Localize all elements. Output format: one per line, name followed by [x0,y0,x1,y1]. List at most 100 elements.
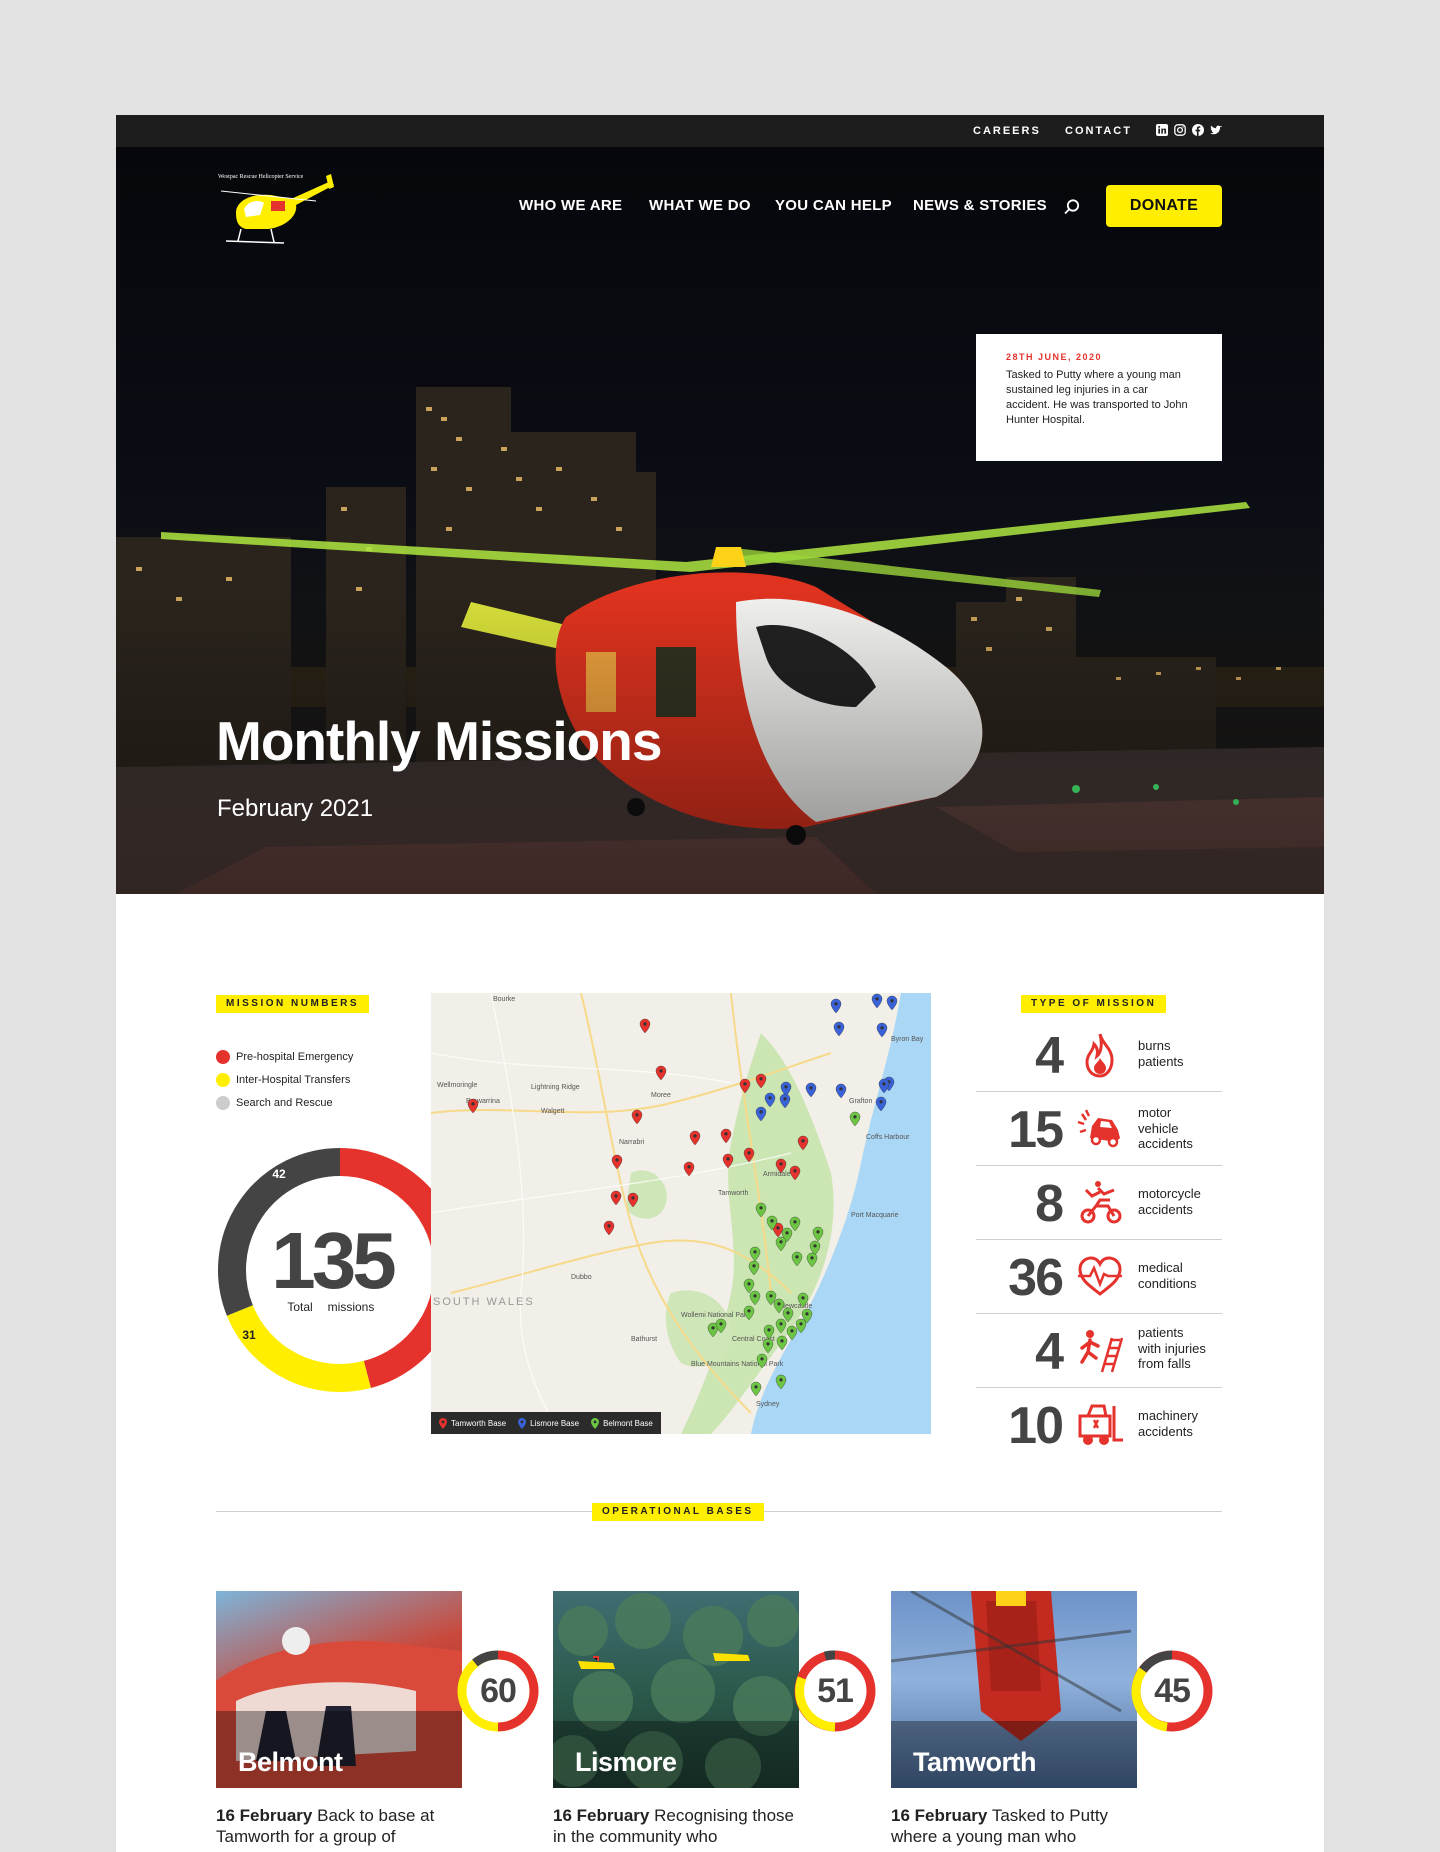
map-legend-item: Lismore Base [518,1417,580,1429]
map-legend-label: Lismore Base [530,1418,580,1428]
page-subtitle: February 2021 [217,795,374,822]
map-place-label: Sydney [756,1401,780,1408]
donate-button[interactable]: DONATE [1106,185,1222,227]
tamworth-count-donut: 45 [1131,1650,1213,1732]
map-legend-label: Tamworth Base [451,1418,507,1428]
map-pin[interactable] [830,998,842,1014]
label-line: burns [1138,1038,1171,1053]
base-card-tamworth[interactable]: Tamworth [891,1591,1137,1788]
nav-what-we-do[interactable]: WHAT WE DO [649,197,751,214]
label-line: patients [1138,1053,1184,1069]
mission-type-label: patients with injuries from falls [1138,1325,1206,1372]
map-place-label: Walgett [541,1108,565,1115]
donut-segment-1 [226,1304,371,1392]
map-pin[interactable] [849,1111,861,1127]
search-icon[interactable] [1063,198,1081,216]
map-pin[interactable] [805,1082,817,1098]
fire-icon [1085,1033,1114,1078]
label-line: motorcycle [1138,1186,1201,1201]
map-pin[interactable] [611,1154,623,1170]
map-canvas: BourkeBrewarrinaWellmoringle Lightning Ri… [431,993,931,1434]
legend-item: Search and Rescue [216,1091,353,1114]
nav-you-can-help[interactable]: YOU CAN HELP [775,197,892,214]
label-line: medical [1138,1260,1183,1275]
label-line: with injuries [1138,1340,1206,1356]
forklift-icon [1078,1404,1123,1445]
map-place-label: SOUTH WALES [433,1296,535,1308]
base-card-lismore[interactable]: Lismore [553,1591,799,1788]
map-pin[interactable] [876,1022,888,1038]
map-place-label: Blue Mountains National Park [691,1361,784,1368]
total-missions-value: 135 [271,1216,395,1305]
legend-dot-red [216,1049,230,1064]
twitter-icon[interactable] [1210,124,1222,136]
map-pin[interactable] [639,1018,651,1034]
label-line: vehicle [1138,1120,1179,1136]
total-label: Total [287,1300,312,1314]
mission-type-row: 10 machinery accidents [976,1388,1222,1462]
map-place-label: Narrabri [619,1139,645,1146]
top-utility-bar: CAREERS CONTACT [116,115,1324,147]
base-story-belmont: 16 February Back to base at Tamworth for… [216,1805,462,1847]
label-line: machinery [1138,1408,1198,1423]
story-date: 16 February [891,1806,988,1825]
missions-donut-chart: 135 Total missions 62 31 42 [218,1148,462,1392]
base-name: Lismore [575,1747,677,1777]
map-pin[interactable] [610,1190,622,1206]
segment-label-inter-hospital: 31 [242,1328,256,1342]
facebook-icon[interactable] [1192,124,1204,136]
mission-type-count: 36 [1008,1249,1064,1307]
map-place-label: Lightning Ridge [531,1084,580,1091]
map-pin[interactable] [835,1083,847,1099]
map-pin[interactable] [833,1021,845,1037]
label-line: from falls [1138,1356,1191,1371]
mission-type-label: motor vehicle accidents [1138,1105,1193,1152]
legend-label: Inter-Hospital Transfers [236,1073,351,1086]
label-line: accidents [1138,1201,1193,1217]
westpac-helicopter-logo[interactable] [216,171,341,251]
story-date: 16 February [216,1806,313,1825]
map-pin[interactable] [886,995,898,1011]
map-place-label: Grafton [849,1098,872,1105]
nav-news-stories[interactable]: NEWS & STORIES [913,197,1047,214]
lismore-count: 51 [817,1672,853,1710]
base-card-belmont[interactable]: Belmont [216,1591,462,1788]
label-line: accidents [1138,1423,1193,1439]
mission-type-count: 8 [1035,1175,1064,1233]
story-date: 16 February [553,1806,650,1825]
map-pin[interactable] [871,993,883,1009]
type-of-mission-tag: TYPE OF MISSION [1021,995,1167,1013]
lismore-count-donut: 51 [794,1650,876,1732]
label-line: patients [1138,1325,1184,1340]
careers-link[interactable]: CAREERS [973,125,1041,137]
mission-type-row: 4 burns patients [976,1018,1222,1092]
segment-label-search-rescue: 42 [272,1167,286,1181]
map-pin[interactable] [689,1130,701,1146]
mission-numbers-tag: MISSION NUMBERS [216,995,370,1013]
legend-item: Inter-Hospital Transfers [216,1068,353,1091]
belmont-count: 60 [480,1672,516,1710]
tamworth-count: 45 [1154,1672,1190,1710]
ladder-fall-icon [1080,1330,1124,1373]
base-story-lismore: 16 February Recognising those in the com… [553,1805,799,1847]
blue-pin-icon [518,1417,527,1429]
legend-dot-grey [216,1095,230,1110]
nav-who-we-are[interactable]: WHO WE ARE [519,197,622,214]
mission-type-count: 4 [1035,1323,1064,1381]
map-pin[interactable] [750,1381,762,1397]
mission-tooltip: 28TH JUNE, 2020 Tasked to Putty where a … [976,334,1222,461]
hero-banner: Westpac Rescue Helicopter Service WHO WE… [116,147,1324,894]
missions-map[interactable]: Bourke Brewarrina Wellmoringle Lightning Ri… [431,993,931,1434]
map-pin[interactable] [603,1220,615,1236]
map-pin[interactable] [720,1128,732,1144]
belmont-count-donut: 60 [457,1650,539,1732]
page-frame: CAREERS CONTACT Westpac Rescue Helicopte… [116,115,1324,1852]
instagram-icon[interactable] [1174,124,1186,136]
map-pin[interactable] [631,1109,643,1125]
mission-type-row: 8 motorcycle accidents [976,1166,1222,1240]
map-pin[interactable] [776,1335,788,1351]
base-story-tamworth: 16 February Tasked to Putty where a youn… [891,1805,1137,1847]
map-pin[interactable] [655,1065,667,1081]
contact-link[interactable]: CONTACT [1065,125,1132,137]
linkedin-icon[interactable] [1156,124,1168,136]
